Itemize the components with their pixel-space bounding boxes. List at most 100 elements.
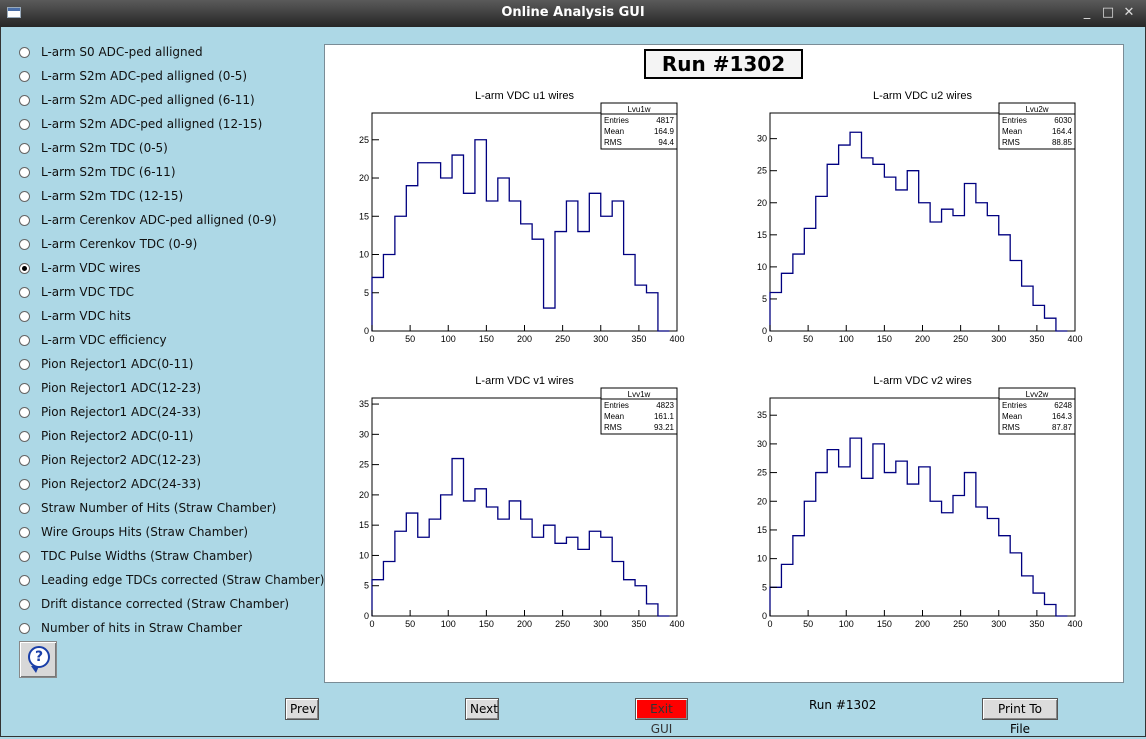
radio-button[interactable] xyxy=(19,46,30,58)
stats-value: 4817 xyxy=(656,116,674,125)
option-23[interactable]: Drift distance corrected (Straw Chamber) xyxy=(19,592,324,616)
stats-value: 93.21 xyxy=(654,423,675,432)
option-22[interactable]: Leading edge TDCs corrected (Straw Chamb… xyxy=(19,568,324,592)
x-tick-label: 300 xyxy=(593,619,608,629)
option-13[interactable]: Pion Rejector1 ADC(0-11) xyxy=(19,352,324,376)
option-label: Leading edge TDCs corrected (Straw Chamb… xyxy=(41,573,325,587)
radio-button[interactable] xyxy=(19,598,30,610)
option-6[interactable]: L-arm S2m TDC (12-15) xyxy=(19,184,324,208)
x-tick-label: 0 xyxy=(767,334,772,344)
option-8[interactable]: L-arm Cerenkov TDC (0-9) xyxy=(19,232,324,256)
stats-value: 87.87 xyxy=(1052,423,1073,432)
radio-button[interactable] xyxy=(19,358,30,370)
x-tick-label: 400 xyxy=(669,334,684,344)
prev-button[interactable]: Prev xyxy=(285,698,319,720)
stats-value: 164.4 xyxy=(1052,127,1073,136)
radio-button[interactable] xyxy=(19,526,30,538)
option-15[interactable]: Pion Rejector1 ADC(24-33) xyxy=(19,400,324,424)
option-label: Pion Rejector1 ADC(12-23) xyxy=(41,381,202,395)
radio-button[interactable] xyxy=(19,94,30,106)
radio-button[interactable] xyxy=(19,166,30,178)
x-tick-label: 0 xyxy=(767,619,772,629)
x-tick-label: 250 xyxy=(953,619,968,629)
radio-button[interactable] xyxy=(19,70,30,82)
radio-button[interactable] xyxy=(19,550,30,562)
radio-button[interactable] xyxy=(19,262,30,274)
radio-button[interactable] xyxy=(19,310,30,322)
option-label: L-arm VDC efficiency xyxy=(41,333,167,347)
option-label: TDC Pulse Widths (Straw Chamber) xyxy=(41,549,253,563)
option-5[interactable]: L-arm S2m TDC (6-11) xyxy=(19,160,324,184)
option-16[interactable]: Pion Rejector2 ADC(0-11) xyxy=(19,424,324,448)
radio-button[interactable] xyxy=(19,214,30,226)
maximize-icon[interactable]: □ xyxy=(1099,4,1117,22)
stats-name: Lvu1w xyxy=(627,105,650,114)
x-tick-label: 350 xyxy=(631,334,646,344)
y-tick-label: 0 xyxy=(364,611,369,621)
window-titlebar[interactable]: Online Analysis GUI _ □ ✕ xyxy=(0,0,1146,27)
y-tick-label: 20 xyxy=(757,198,767,208)
radio-button[interactable] xyxy=(19,478,30,490)
stats-key: RMS xyxy=(604,423,622,432)
stats-key: Mean xyxy=(1002,127,1022,136)
radio-button[interactable] xyxy=(19,502,30,514)
print-to-file-button[interactable]: Print To File xyxy=(982,698,1058,736)
radio-button[interactable] xyxy=(19,286,30,298)
exit-gui-button[interactable]: Exit GUI xyxy=(635,698,688,736)
stats-value: 6248 xyxy=(1054,401,1072,410)
radio-button[interactable] xyxy=(19,406,30,418)
help-button[interactable]: ? xyxy=(19,641,57,678)
x-tick-label: 300 xyxy=(593,334,608,344)
option-4[interactable]: L-arm S2m TDC (0-5) xyxy=(19,136,324,160)
radio-button[interactable] xyxy=(19,574,30,586)
option-20[interactable]: Wire Groups Hits (Straw Chamber) xyxy=(19,520,324,544)
y-tick-label: 0 xyxy=(364,326,369,336)
option-label: Pion Rejector1 ADC(24-33) xyxy=(41,405,202,419)
option-label: L-arm VDC hits xyxy=(41,309,131,323)
x-tick-label: 100 xyxy=(441,619,456,629)
option-21[interactable]: TDC Pulse Widths (Straw Chamber) xyxy=(19,544,324,568)
radio-button[interactable] xyxy=(19,142,30,154)
y-tick-label: 25 xyxy=(757,166,767,176)
option-2[interactable]: L-arm S2m ADC-ped alligned (6-11) xyxy=(19,88,324,112)
option-label: L-arm S2m ADC-ped alligned (0-5) xyxy=(41,69,248,83)
option-24[interactable]: Number of hits in Straw Chamber xyxy=(19,616,324,640)
radio-button[interactable] xyxy=(19,118,30,130)
option-1[interactable]: L-arm S2m ADC-ped alligned (0-5) xyxy=(19,64,324,88)
option-0[interactable]: L-arm S0 ADC-ped alligned xyxy=(19,40,324,64)
plot-title: L-arm VDC v2 wires xyxy=(873,375,972,387)
option-12[interactable]: L-arm VDC efficiency xyxy=(19,328,324,352)
close-icon[interactable]: ✕ xyxy=(1120,4,1138,22)
radio-button[interactable] xyxy=(19,382,30,394)
y-tick-label: 30 xyxy=(757,134,767,144)
option-9[interactable]: L-arm VDC wires xyxy=(19,256,324,280)
y-tick-label: 5 xyxy=(762,582,767,592)
option-18[interactable]: Pion Rejector2 ADC(24-33) xyxy=(19,472,324,496)
radio-button[interactable] xyxy=(19,622,30,634)
minimize-icon[interactable]: _ xyxy=(1078,4,1096,22)
histogram-line xyxy=(371,139,670,332)
radio-button[interactable] xyxy=(19,190,30,202)
option-10[interactable]: L-arm VDC TDC xyxy=(19,280,324,304)
option-label: L-arm S2m ADC-ped alligned (12-15) xyxy=(41,117,263,131)
x-tick-label: 0 xyxy=(369,619,374,629)
plot-canvas: L-arm VDC u1 wires 0 50 100 150 200 250 300 350 4… xyxy=(324,44,1124,683)
radio-button[interactable] xyxy=(19,454,30,466)
run-title: Run #1302 xyxy=(644,49,803,79)
option-19[interactable]: Straw Number of Hits (Straw Chamber) xyxy=(19,496,324,520)
y-tick-label: 25 xyxy=(359,135,369,145)
option-11[interactable]: L-arm VDC hits xyxy=(19,304,324,328)
option-17[interactable]: Pion Rejector2 ADC(12-23) xyxy=(19,448,324,472)
radio-button[interactable] xyxy=(19,334,30,346)
stats-key: RMS xyxy=(1002,138,1020,147)
y-tick-label: 20 xyxy=(757,496,767,506)
option-label: Pion Rejector1 ADC(0-11) xyxy=(41,357,194,371)
next-button[interactable]: Next xyxy=(465,698,499,720)
radio-button[interactable] xyxy=(19,430,30,442)
option-3[interactable]: L-arm S2m ADC-ped alligned (12-15) xyxy=(19,112,324,136)
radio-button[interactable] xyxy=(19,238,30,250)
option-label: Pion Rejector2 ADC(12-23) xyxy=(41,453,202,467)
stats-key: Mean xyxy=(604,127,624,136)
option-14[interactable]: Pion Rejector1 ADC(12-23) xyxy=(19,376,324,400)
option-7[interactable]: L-arm Cerenkov ADC-ped alligned (0-9) xyxy=(19,208,324,232)
